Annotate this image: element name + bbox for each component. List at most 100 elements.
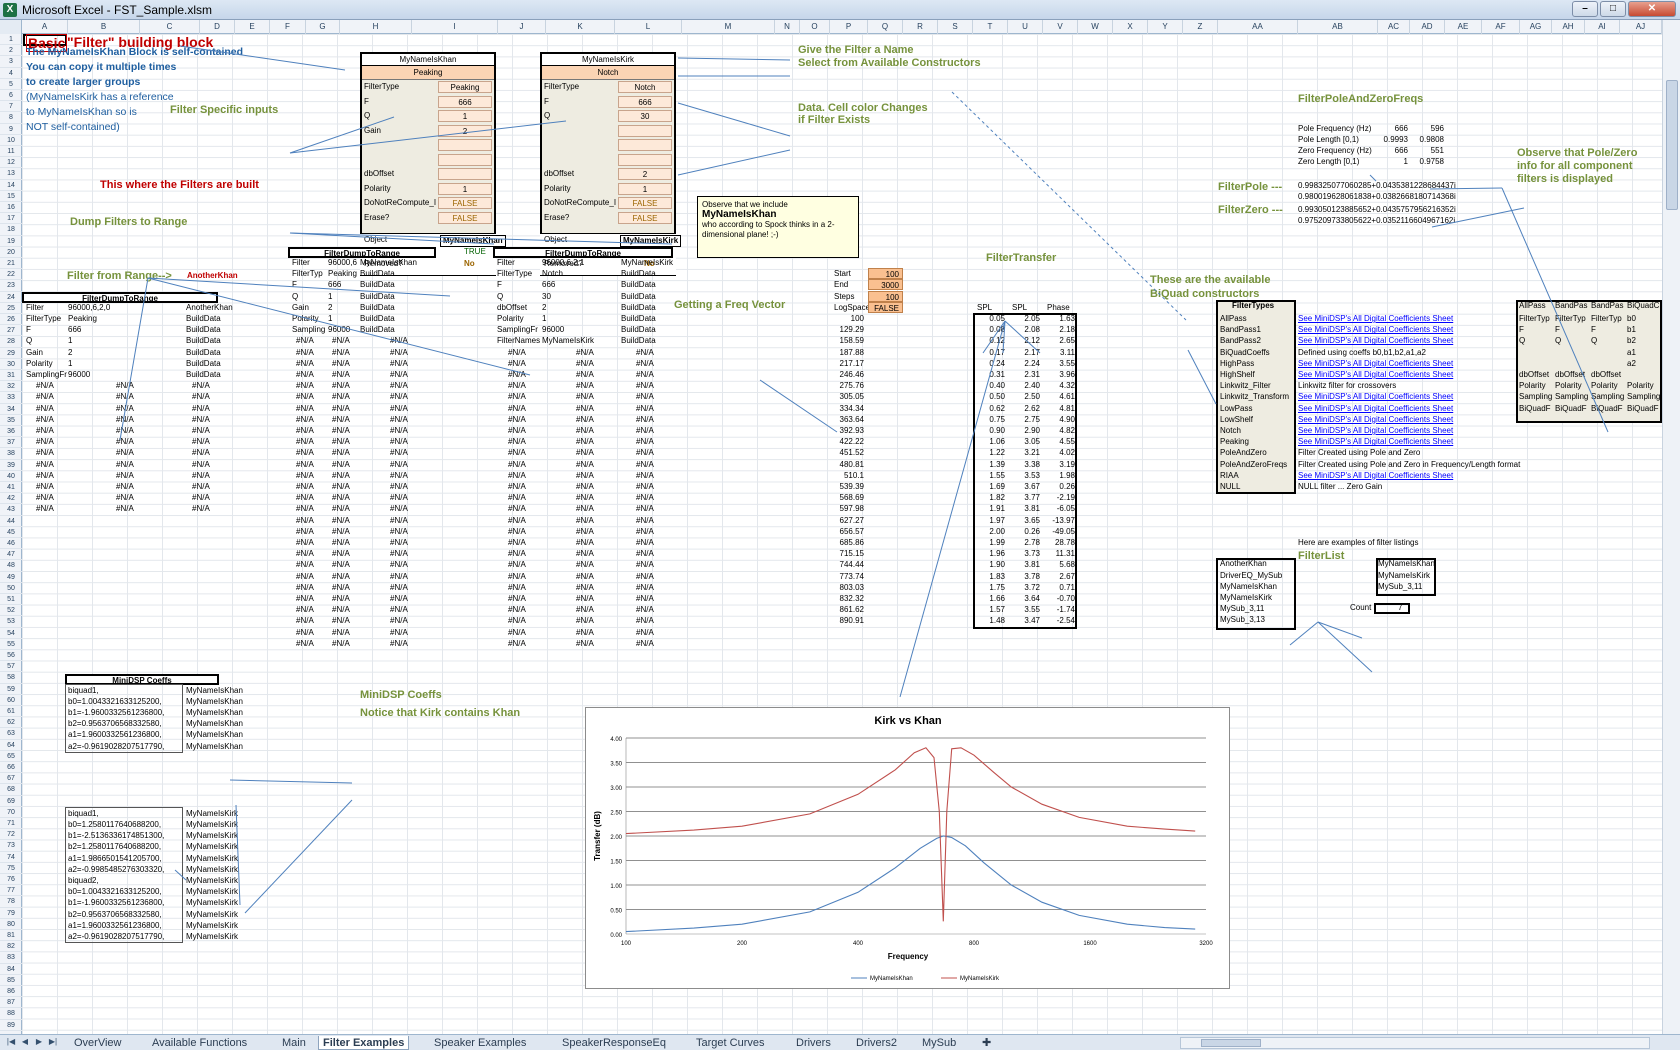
row-header[interactable]: 22: [0, 269, 22, 281]
row-header[interactable]: 61: [0, 706, 22, 718]
row-header[interactable]: 51: [0, 594, 22, 606]
vertical-scrollbar[interactable]: [1662, 20, 1680, 1034]
row-header[interactable]: 52: [0, 605, 22, 617]
row-header[interactable]: 64: [0, 740, 22, 751]
row-header[interactable]: 11: [0, 146, 22, 158]
row-header[interactable]: 86: [0, 986, 22, 998]
column-header[interactable]: AH: [1552, 20, 1585, 34]
sheet-tab[interactable]: Drivers2: [852, 1036, 901, 1050]
param-input[interactable]: [438, 139, 492, 151]
row-header[interactable]: 4: [0, 68, 22, 79]
row-header[interactable]: 87: [0, 997, 22, 1009]
param-input[interactable]: 1: [438, 110, 492, 122]
param-input[interactable]: 1: [438, 182, 492, 195]
param-input[interactable]: 666: [618, 95, 672, 108]
row-header[interactable]: 84: [0, 964, 22, 975]
column-header[interactable]: J: [498, 20, 546, 34]
param-input[interactable]: Notch: [618, 81, 672, 93]
column-header[interactable]: AG: [1520, 20, 1552, 34]
column-header[interactable]: Y: [1148, 20, 1183, 34]
column-header[interactable]: AB: [1298, 20, 1378, 34]
row-header[interactable]: 9: [0, 124, 22, 135]
row-header[interactable]: 72: [0, 829, 22, 841]
sheet-tab[interactable]: Speaker Examples: [430, 1036, 530, 1050]
sheet-tab[interactable]: Drivers: [792, 1036, 835, 1050]
column-header[interactable]: AJ: [1620, 20, 1662, 34]
sheet-tab[interactable]: OverView: [70, 1036, 125, 1050]
freq-input-end[interactable]: 3000: [868, 279, 903, 291]
row-header[interactable]: 30: [0, 359, 22, 370]
column-header[interactable]: X: [1113, 20, 1148, 34]
row-header[interactable]: 1: [0, 34, 22, 46]
next-sheet-icon[interactable]: ▶: [34, 1037, 44, 1048]
row-header[interactable]: 44: [0, 516, 22, 527]
maximize-button[interactable]: □: [1600, 1, 1626, 17]
param-input[interactable]: FALSE: [618, 197, 672, 209]
column-header[interactable]: P: [830, 20, 868, 34]
row-header[interactable]: 18: [0, 224, 22, 236]
row-header[interactable]: 60: [0, 695, 22, 706]
sheet-tab[interactable]: Available Functions: [148, 1036, 251, 1050]
row-header[interactable]: 65: [0, 751, 22, 762]
param-input[interactable]: 2: [618, 168, 672, 180]
row-header[interactable]: 31: [0, 370, 22, 382]
minimize-button[interactable]: –: [1572, 1, 1598, 17]
row-header[interactable]: 81: [0, 930, 22, 942]
param-input[interactable]: 1: [618, 182, 672, 195]
row-header[interactable]: 19: [0, 236, 22, 247]
param-input[interactable]: FALSE: [438, 211, 492, 224]
column-header[interactable]: B: [68, 20, 140, 34]
column-header[interactable]: I: [412, 20, 498, 34]
column-header[interactable]: L: [615, 20, 682, 34]
column-header[interactable]: U: [1008, 20, 1043, 34]
row-header[interactable]: 79: [0, 908, 22, 919]
last-sheet-icon[interactable]: ▶|: [48, 1037, 58, 1048]
column-header[interactable]: W: [1078, 20, 1113, 34]
row-header[interactable]: 33: [0, 392, 22, 404]
row-header[interactable]: 41: [0, 482, 22, 494]
row-header[interactable]: 70: [0, 807, 22, 818]
scroll-thumb[interactable]: [1666, 80, 1678, 210]
row-header[interactable]: 28: [0, 336, 22, 348]
column-header[interactable]: C: [140, 20, 200, 34]
row-header[interactable]: 66: [0, 762, 22, 774]
row-header[interactable]: 77: [0, 885, 22, 897]
row-header[interactable]: 10: [0, 135, 22, 146]
insert-sheet-icon[interactable]: ✚: [978, 1036, 995, 1050]
row-header[interactable]: 21: [0, 258, 22, 270]
row-header[interactable]: 59: [0, 684, 22, 695]
column-header[interactable]: AE: [1445, 20, 1482, 34]
row-header[interactable]: 25: [0, 303, 22, 314]
param-input[interactable]: 2: [438, 124, 492, 137]
row-header[interactable]: 76: [0, 874, 22, 886]
row-header[interactable]: 23: [0, 280, 22, 292]
row-header[interactable]: 8: [0, 112, 22, 124]
row-header[interactable]: 2: [0, 45, 22, 57]
row-header[interactable]: 82: [0, 941, 22, 953]
row-header[interactable]: 49: [0, 572, 22, 583]
row-header[interactable]: 20: [0, 247, 22, 258]
row-header[interactable]: 54: [0, 628, 22, 639]
row-header[interactable]: 12: [0, 157, 22, 169]
first-sheet-icon[interactable]: |◀: [6, 1037, 16, 1048]
row-header[interactable]: 27: [0, 325, 22, 337]
column-header[interactable]: G: [306, 20, 340, 34]
row-header[interactable]: 57: [0, 661, 22, 673]
column-header[interactable]: K: [546, 20, 615, 34]
column-header[interactable]: E: [235, 20, 270, 34]
row-header[interactable]: 47: [0, 549, 22, 561]
row-header[interactable]: 13: [0, 168, 22, 180]
select-all-corner[interactable]: [0, 20, 22, 34]
filter-name[interactable]: MyNameIsKhan: [362, 54, 494, 66]
sheet-tab[interactable]: SpeakerResponseEq: [558, 1036, 670, 1050]
freq-input-steps[interactable]: 100: [868, 290, 903, 302]
sheet-tab[interactable]: Target Curves: [692, 1036, 768, 1050]
filter-name[interactable]: MyNameIsKirk: [542, 54, 674, 66]
param-input[interactable]: [618, 153, 672, 166]
column-header[interactable]: S: [938, 20, 973, 34]
freq-input-start[interactable]: 100: [868, 268, 903, 280]
row-header[interactable]: 24: [0, 292, 22, 303]
row-header[interactable]: 40: [0, 471, 22, 482]
sheet-tab[interactable]: Main: [278, 1036, 310, 1050]
horizontal-scrollbar[interactable]: [1180, 1037, 1650, 1049]
